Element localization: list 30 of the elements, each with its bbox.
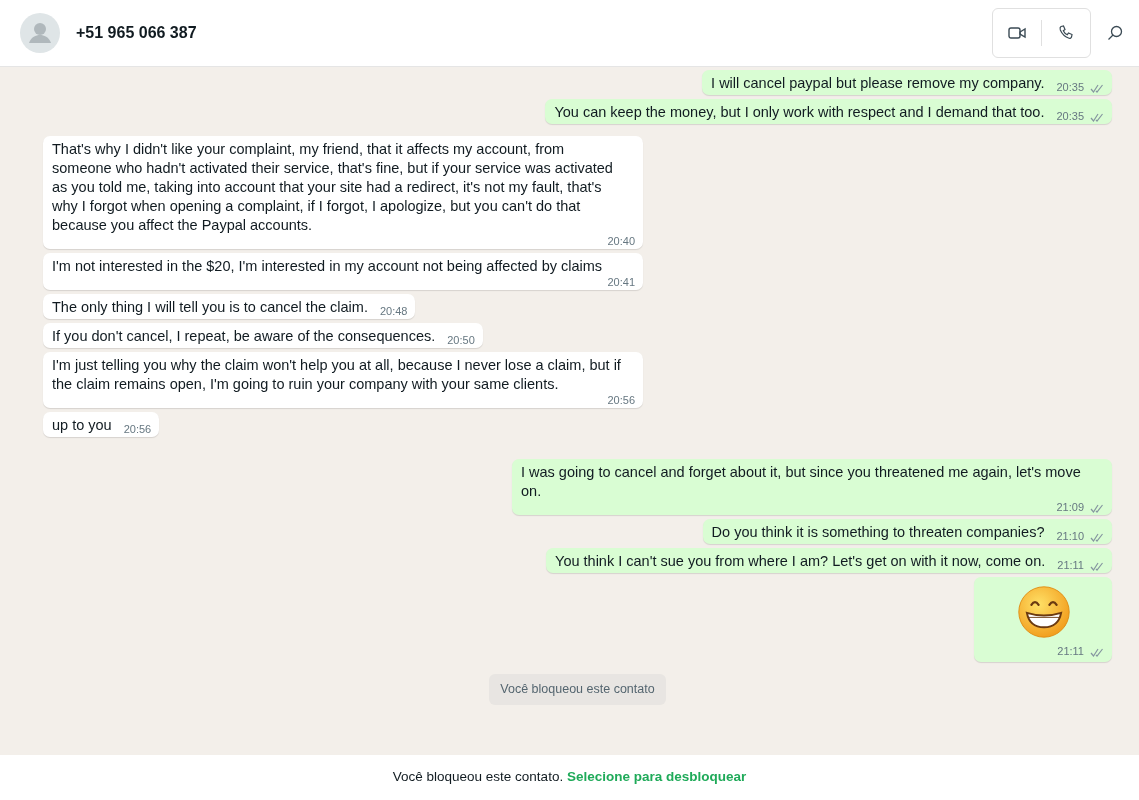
message-time: 20:48 [379, 305, 408, 318]
message-text: up to you [52, 416, 112, 435]
message-time: 20:40 [607, 235, 635, 248]
message-text: You think I can't sue you from where I am? Let's get on with it now, come on. [555, 552, 1046, 571]
message-time: 21:11 [1057, 645, 1084, 658]
message-text: The only thing I will tell you is to cancel the claim. [52, 298, 368, 317]
message-text: I'm not interested in the $20, I'm interested in my account not being affected by claims [52, 257, 603, 276]
video-camera-icon [1008, 26, 1026, 40]
message-time: 20:41 [607, 276, 635, 289]
message-time: 20:35 [1056, 110, 1084, 123]
phone-icon [1058, 25, 1074, 41]
contact-name[interactable]: +51 965 066 387 [76, 21, 197, 45]
message-time: 21:10 [1056, 530, 1084, 543]
message-time: 21:11 [1057, 559, 1084, 572]
message-time: 20:56 [123, 423, 152, 436]
message-time: 21:09 [1056, 501, 1084, 514]
message-text: Do you think it is something to threaten companies? [711, 523, 1045, 542]
message-text: I will cancel paypal but please remove my company. [711, 74, 1045, 93]
grinning-emoji-icon [1016, 585, 1071, 639]
message-text: I'm just telling you why the claim won't help you at all, because I never lose a claim, but if the claim remains open, I'm going to ruin your company with your same clients. [52, 356, 622, 394]
message-text: You can keep the money, but I only work with respect and I demand that too. [554, 103, 1045, 122]
message-time: 20:35 [1056, 81, 1084, 94]
message-text: If you don't cancel, I repeat, be aware of the consequences. [52, 327, 436, 346]
message-time: 20:56 [607, 394, 635, 407]
message-text: That's why I didn't like your complaint, my friend, that it affects my account, from someone who hadn't activated their service, that's fine, but if your service was activated as you told me, taking into account that your site had a redirect, it's not my fault, that's why I forgot when opening a complaint, if I forgot, I apologize, but you can't do that because you affect the Paypal accounts. [52, 140, 614, 235]
system-notice: Você bloqueou este contato [489, 674, 666, 705]
search-icon[interactable] [1107, 25, 1123, 41]
message-text: I was going to cancel and forget about it, but since you threatened me again, let's move on. [521, 463, 1082, 501]
message-time: 20:50 [447, 334, 475, 347]
blocked-message: Você bloqueou este contato. Selecione para desbloquear [392, 768, 747, 787]
